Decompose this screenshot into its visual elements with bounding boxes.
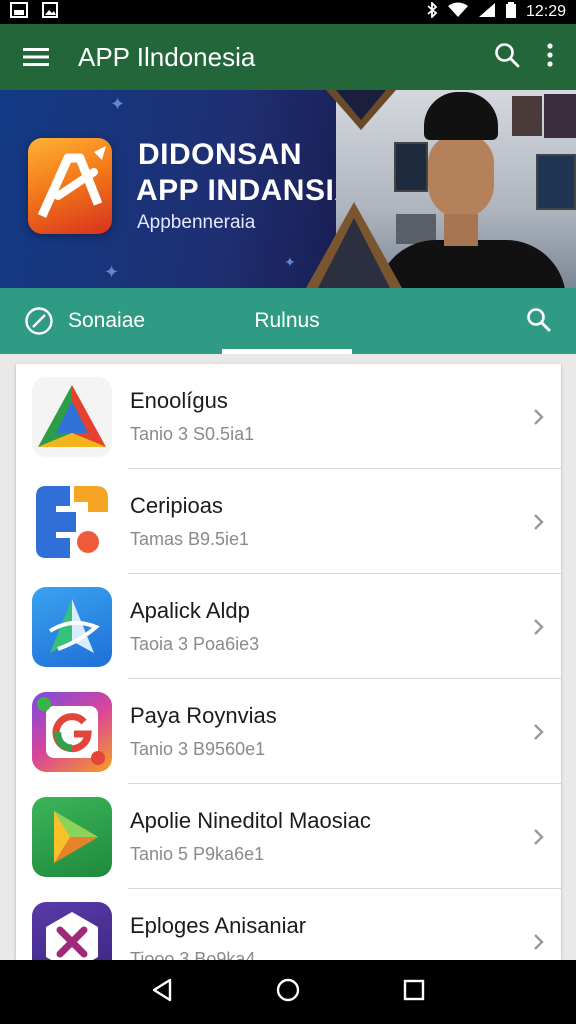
search-icon <box>495 42 520 67</box>
recents-button[interactable] <box>403 979 425 1006</box>
status-bar: 12:29 <box>0 0 576 24</box>
app-logo <box>28 138 112 234</box>
app-subtitle: Tanio 3 B9560e1 <box>130 739 266 759</box>
chevron-right-icon <box>534 618 544 635</box>
tab-search-button[interactable] <box>526 307 552 340</box>
app-title: APP Ilndonesia <box>78 41 256 72</box>
app-title: Ceripioas <box>130 493 223 518</box>
menu-button[interactable] <box>0 24 72 90</box>
app-title: Apolie Nineditol Maosiac <box>130 808 371 833</box>
triangle-decoration <box>326 90 396 130</box>
photo-notification-icon <box>10 1 28 23</box>
app-title: Eploges Anisaniar <box>130 913 307 938</box>
back-button[interactable] <box>151 978 173 1007</box>
list-item[interactable]: Paya Roynvias Tanio 3 B9560e1 <box>16 679 561 784</box>
app-subtitle: Taoia 3 Poa6ie3 <box>130 634 260 654</box>
star-decoration-icon: ✦ <box>110 94 126 114</box>
person-neck <box>444 214 478 246</box>
chevron-right-icon <box>534 828 544 845</box>
overflow-menu-button[interactable] <box>546 42 554 73</box>
monitor-shape <box>394 142 428 192</box>
tab-label: Sonaiae <box>68 309 146 332</box>
play-triangle-icon <box>32 796 112 877</box>
app-title: Apalick Aldp <box>130 598 250 623</box>
star-decoration-icon: ✦ <box>284 254 296 270</box>
app-subtitle: Tiooo 3 Bo9ka4 <box>130 949 256 960</box>
more-vert-icon <box>547 42 553 67</box>
monitor-shape <box>536 154 576 210</box>
tab-label: Rulnus <box>254 309 320 332</box>
back-triangle-icon <box>153 978 172 1001</box>
letter-g-icon <box>32 691 112 772</box>
app-title: Paya Roynvias <box>130 703 277 728</box>
app-logo-icon <box>37 146 106 218</box>
poster-shape <box>544 94 576 138</box>
tab-bar: Sonaiae Rulnus <box>0 288 576 354</box>
list-item[interactable]: Apolie Nineditol Maosiac Tanio 5 P9ka6e1 <box>16 784 561 889</box>
tab-sonaiae[interactable]: Sonaiae <box>0 288 222 354</box>
list-item[interactable]: Eploges Anisaniar Tiooo 3 Bo9ka4 <box>16 889 561 960</box>
status-time: 12:29 <box>525 3 566 20</box>
app-title: Enoolígus <box>130 388 228 413</box>
search-icon <box>527 308 551 332</box>
chevron-right-icon <box>534 723 544 740</box>
system-nav-bar <box>0 960 576 1024</box>
app-list: Enoolígus Tanio 3 S0.5ia1 Ceripioas Tama… <box>16 364 561 960</box>
home-button[interactable] <box>276 978 300 1007</box>
list-item[interactable]: Ceripioas Tamas B9.5ie1 <box>16 469 561 574</box>
banner-headline: DIDONSAN <box>138 138 303 171</box>
chevron-right-icon <box>534 408 544 425</box>
paper-plane-icon <box>32 586 112 667</box>
banner-tagline: Appbenneraia <box>137 212 256 233</box>
app-subtitle: Tamas B9.5ie1 <box>130 529 250 549</box>
puzzle-shape-icon <box>32 481 112 562</box>
poster-shape <box>512 96 542 136</box>
tab-rulnus[interactable]: Rulnus <box>222 288 352 354</box>
hexagon-x-icon <box>32 901 112 960</box>
triangle-prism-icon <box>32 376 112 457</box>
signal-icon <box>478 2 496 23</box>
tab-indicator <box>222 349 352 354</box>
app-subtitle: Tanio 3 S0.5ia1 <box>130 424 255 444</box>
recents-square-icon <box>403 979 424 1000</box>
image-notification-icon <box>42 1 58 23</box>
chevron-right-icon <box>534 933 544 950</box>
app-subtitle: Tanio 5 P9ka6e1 <box>130 844 265 864</box>
list-item[interactable]: Apalick Aldp Taoia 3 Poa6ie3 <box>16 574 561 679</box>
promo-banner[interactable]: ✦ ✦ ✦ DIDONSAN APP INDANSIA Appbenneraia <box>0 90 576 288</box>
compass-icon <box>25 307 53 335</box>
battery-icon <box>505 1 516 23</box>
triangle-decoration <box>306 202 402 288</box>
bluetooth-icon <box>426 0 438 23</box>
person-cap <box>424 92 498 140</box>
person-shoulders <box>376 240 566 288</box>
hamburger-icon <box>23 48 49 66</box>
person-face <box>428 134 494 218</box>
home-circle-icon <box>276 978 300 1001</box>
chevron-right-icon <box>534 513 544 530</box>
search-button[interactable] <box>494 42 520 73</box>
app-bar: APP Ilndonesia <box>0 24 576 90</box>
list-item[interactable]: Enoolígus Tanio 3 S0.5ia1 <box>16 364 561 469</box>
wifi-icon <box>447 2 468 23</box>
star-decoration-icon: ✦ <box>104 262 120 282</box>
